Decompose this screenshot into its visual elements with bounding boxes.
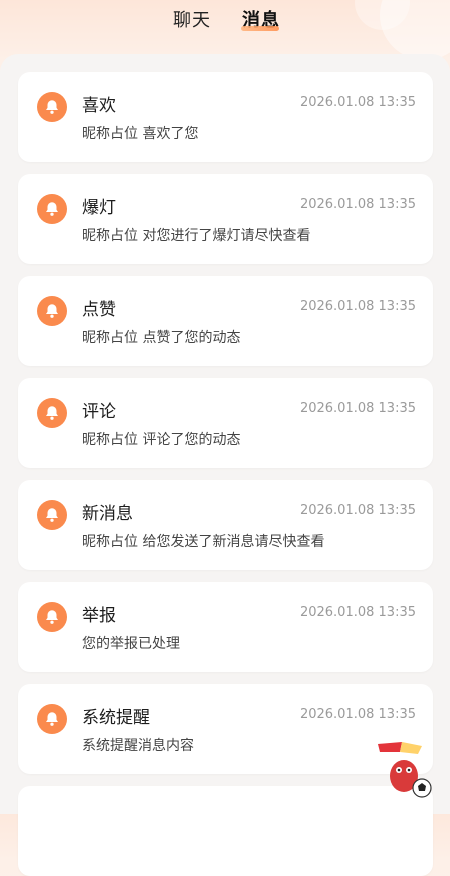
bell-icon bbox=[37, 704, 67, 734]
message-time: 2026.01.08 13:35 bbox=[299, 503, 416, 518]
message-item-new-message[interactable]: 新消息 2026.01.08 13:35 昵称占位 给您发送了新消息请尽快查看 bbox=[18, 480, 433, 570]
message-item-report[interactable]: 举报 2026.01.08 13:35 您的举报已处理 bbox=[18, 582, 433, 672]
bell-icon bbox=[37, 500, 67, 530]
message-time: 2026.01.08 13:35 bbox=[299, 197, 416, 212]
message-title: 爆灯 bbox=[82, 198, 116, 218]
message-item-comment[interactable]: 评论 2026.01.08 13:35 昵称占位 评论了您的动态 bbox=[18, 378, 433, 468]
message-time: 2026.01.08 13:35 bbox=[299, 299, 416, 314]
message-desc: 昵称占位 喜欢了您 bbox=[82, 126, 199, 142]
message-desc: 昵称占位 给您发送了新消息请尽快查看 bbox=[82, 534, 325, 550]
message-title: 评论 bbox=[82, 402, 116, 422]
bell-icon bbox=[37, 296, 67, 326]
message-item-thumbs-up[interactable]: 点赞 2026.01.08 13:35 昵称占位 点赞了您的动态 bbox=[18, 276, 433, 366]
message-desc: 系统提醒消息内容 bbox=[82, 738, 194, 754]
message-time: 2026.01.08 13:35 bbox=[299, 605, 416, 620]
message-title: 系统提醒 bbox=[82, 708, 150, 728]
message-title: 喜欢 bbox=[82, 96, 116, 116]
bell-icon bbox=[37, 92, 67, 122]
message-time: 2026.01.08 13:35 bbox=[299, 401, 416, 416]
message-desc: 您的举报已处理 bbox=[82, 636, 180, 652]
message-title: 新消息 bbox=[82, 504, 133, 524]
bell-icon bbox=[37, 194, 67, 224]
active-tab-indicator bbox=[241, 26, 279, 31]
mascot-icon[interactable] bbox=[372, 740, 442, 800]
message-item-highlight[interactable]: 爆灯 2026.01.08 13:35 昵称占位 对您进行了爆灯请尽快查看 bbox=[18, 174, 433, 264]
message-title: 举报 bbox=[82, 606, 116, 626]
message-desc: 昵称占位 评论了您的动态 bbox=[82, 432, 241, 448]
top-tab-bar: 聊天 消息 bbox=[0, 0, 450, 60]
message-item-system[interactable]: 系统提醒 2026.01.08 13:35 系统提醒消息内容 bbox=[18, 684, 433, 774]
message-title: 点赞 bbox=[82, 300, 116, 320]
bell-icon bbox=[37, 398, 67, 428]
message-desc: 昵称占位 对您进行了爆灯请尽快查看 bbox=[82, 228, 311, 244]
bell-icon bbox=[37, 602, 67, 632]
message-item-like[interactable]: 喜欢 2026.01.08 13:35 昵称占位 喜欢了您 bbox=[18, 72, 433, 162]
tab-chat[interactable]: 聊天 bbox=[173, 6, 211, 32]
message-list: 喜欢 2026.01.08 13:35 昵称占位 喜欢了您 爆灯 2026.01… bbox=[0, 54, 450, 876]
message-time: 2026.01.08 13:35 bbox=[299, 95, 416, 110]
message-desc: 昵称占位 点赞了您的动态 bbox=[82, 330, 241, 346]
message-time: 2026.01.08 13:35 bbox=[299, 707, 416, 722]
